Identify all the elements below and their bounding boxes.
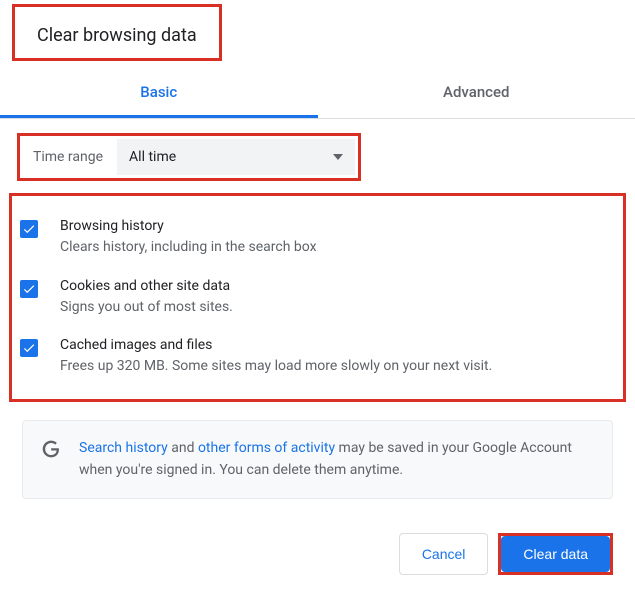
cancel-button[interactable]: Cancel [399, 533, 489, 575]
option-desc: Clears history, including in the search … [60, 238, 615, 258]
info-mid1: and [168, 440, 198, 456]
options-box: Browsing history Clears history, includi… [9, 193, 626, 402]
time-range-row: Time range All time [17, 133, 361, 181]
option-title: Cookies and other site data [60, 278, 615, 294]
check-icon [22, 222, 36, 236]
chevron-down-icon [333, 154, 343, 160]
checkbox-cookies[interactable] [20, 280, 38, 298]
option-text: Cached images and files Frees up 320 MB.… [60, 337, 615, 377]
option-title: Cached images and files [60, 337, 615, 353]
option-desc: Frees up 320 MB. Some sites may load mor… [60, 357, 615, 377]
tab-advanced[interactable]: Advanced [318, 69, 635, 118]
checkbox-cached[interactable] [20, 339, 38, 357]
option-text: Browsing history Clears history, includi… [60, 218, 615, 258]
link-search-history[interactable]: Search history [79, 440, 168, 456]
info-box: Search history and other forms of activi… [22, 420, 613, 499]
option-cached: Cached images and files Frees up 320 MB.… [20, 327, 615, 387]
check-icon [22, 282, 36, 296]
time-range-value: All time [129, 149, 176, 165]
tab-basic[interactable]: Basic [0, 69, 318, 118]
clear-button-highlight: Clear data [498, 533, 613, 575]
option-text: Cookies and other site data Signs you ou… [60, 278, 615, 318]
tabs: Basic Advanced [0, 69, 635, 119]
option-title: Browsing history [60, 218, 615, 234]
info-text: Search history and other forms of activi… [79, 437, 594, 482]
checkbox-browsing-history[interactable] [20, 220, 38, 238]
dialog-title: Clear browsing data [12, 4, 222, 61]
link-other-activity[interactable]: other forms of activity [198, 440, 335, 456]
option-desc: Signs you out of most sites. [60, 298, 615, 318]
option-cookies: Cookies and other site data Signs you ou… [20, 268, 615, 328]
time-range-select[interactable]: All time [117, 139, 355, 175]
option-browsing-history: Browsing history Clears history, includi… [20, 208, 615, 268]
clear-data-button[interactable]: Clear data [501, 536, 610, 572]
google-icon [41, 439, 61, 459]
time-range-label: Time range [23, 139, 117, 175]
check-icon [22, 341, 36, 355]
dialog-buttons: Cancel Clear data [399, 533, 613, 575]
